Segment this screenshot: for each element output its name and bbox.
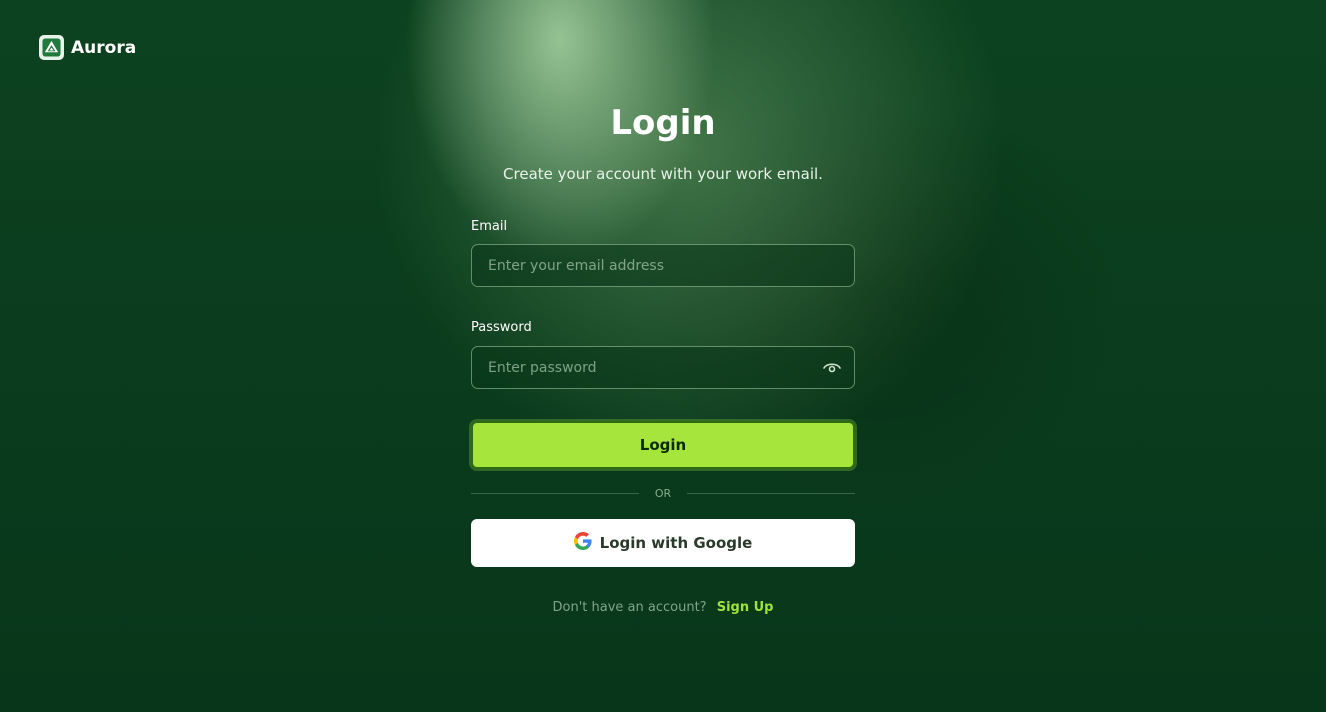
- email-field-container: [471, 244, 855, 287]
- brand-name: Aurora: [71, 37, 137, 58]
- password-input[interactable]: [472, 347, 822, 388]
- divider-line-left: [471, 493, 639, 494]
- divider-line-right: [687, 493, 855, 494]
- email-label: Email: [471, 219, 508, 234]
- page-title: Login: [610, 103, 716, 143]
- brand[interactable]: Aurora: [39, 35, 136, 60]
- eye-icon[interactable]: [822, 358, 842, 378]
- email-input[interactable]: [472, 245, 854, 286]
- google-login-label: Login with Google: [599, 534, 753, 552]
- google-login-button[interactable]: Login with Google: [471, 519, 855, 567]
- password-label: Password: [471, 320, 532, 335]
- mountain-logo-icon: [39, 35, 64, 60]
- or-divider: OR: [471, 487, 855, 500]
- or-label: OR: [654, 487, 672, 500]
- signup-link[interactable]: Sign Up: [717, 600, 774, 615]
- google-icon: [573, 532, 592, 554]
- signup-prompt: Don't have an account? Sign Up: [0, 600, 1326, 615]
- page-subtitle: Create your account with your work email…: [503, 165, 823, 183]
- signup-question: Don't have an account?: [552, 600, 707, 615]
- password-field-container: [471, 346, 855, 389]
- login-button[interactable]: Login: [471, 421, 855, 469]
